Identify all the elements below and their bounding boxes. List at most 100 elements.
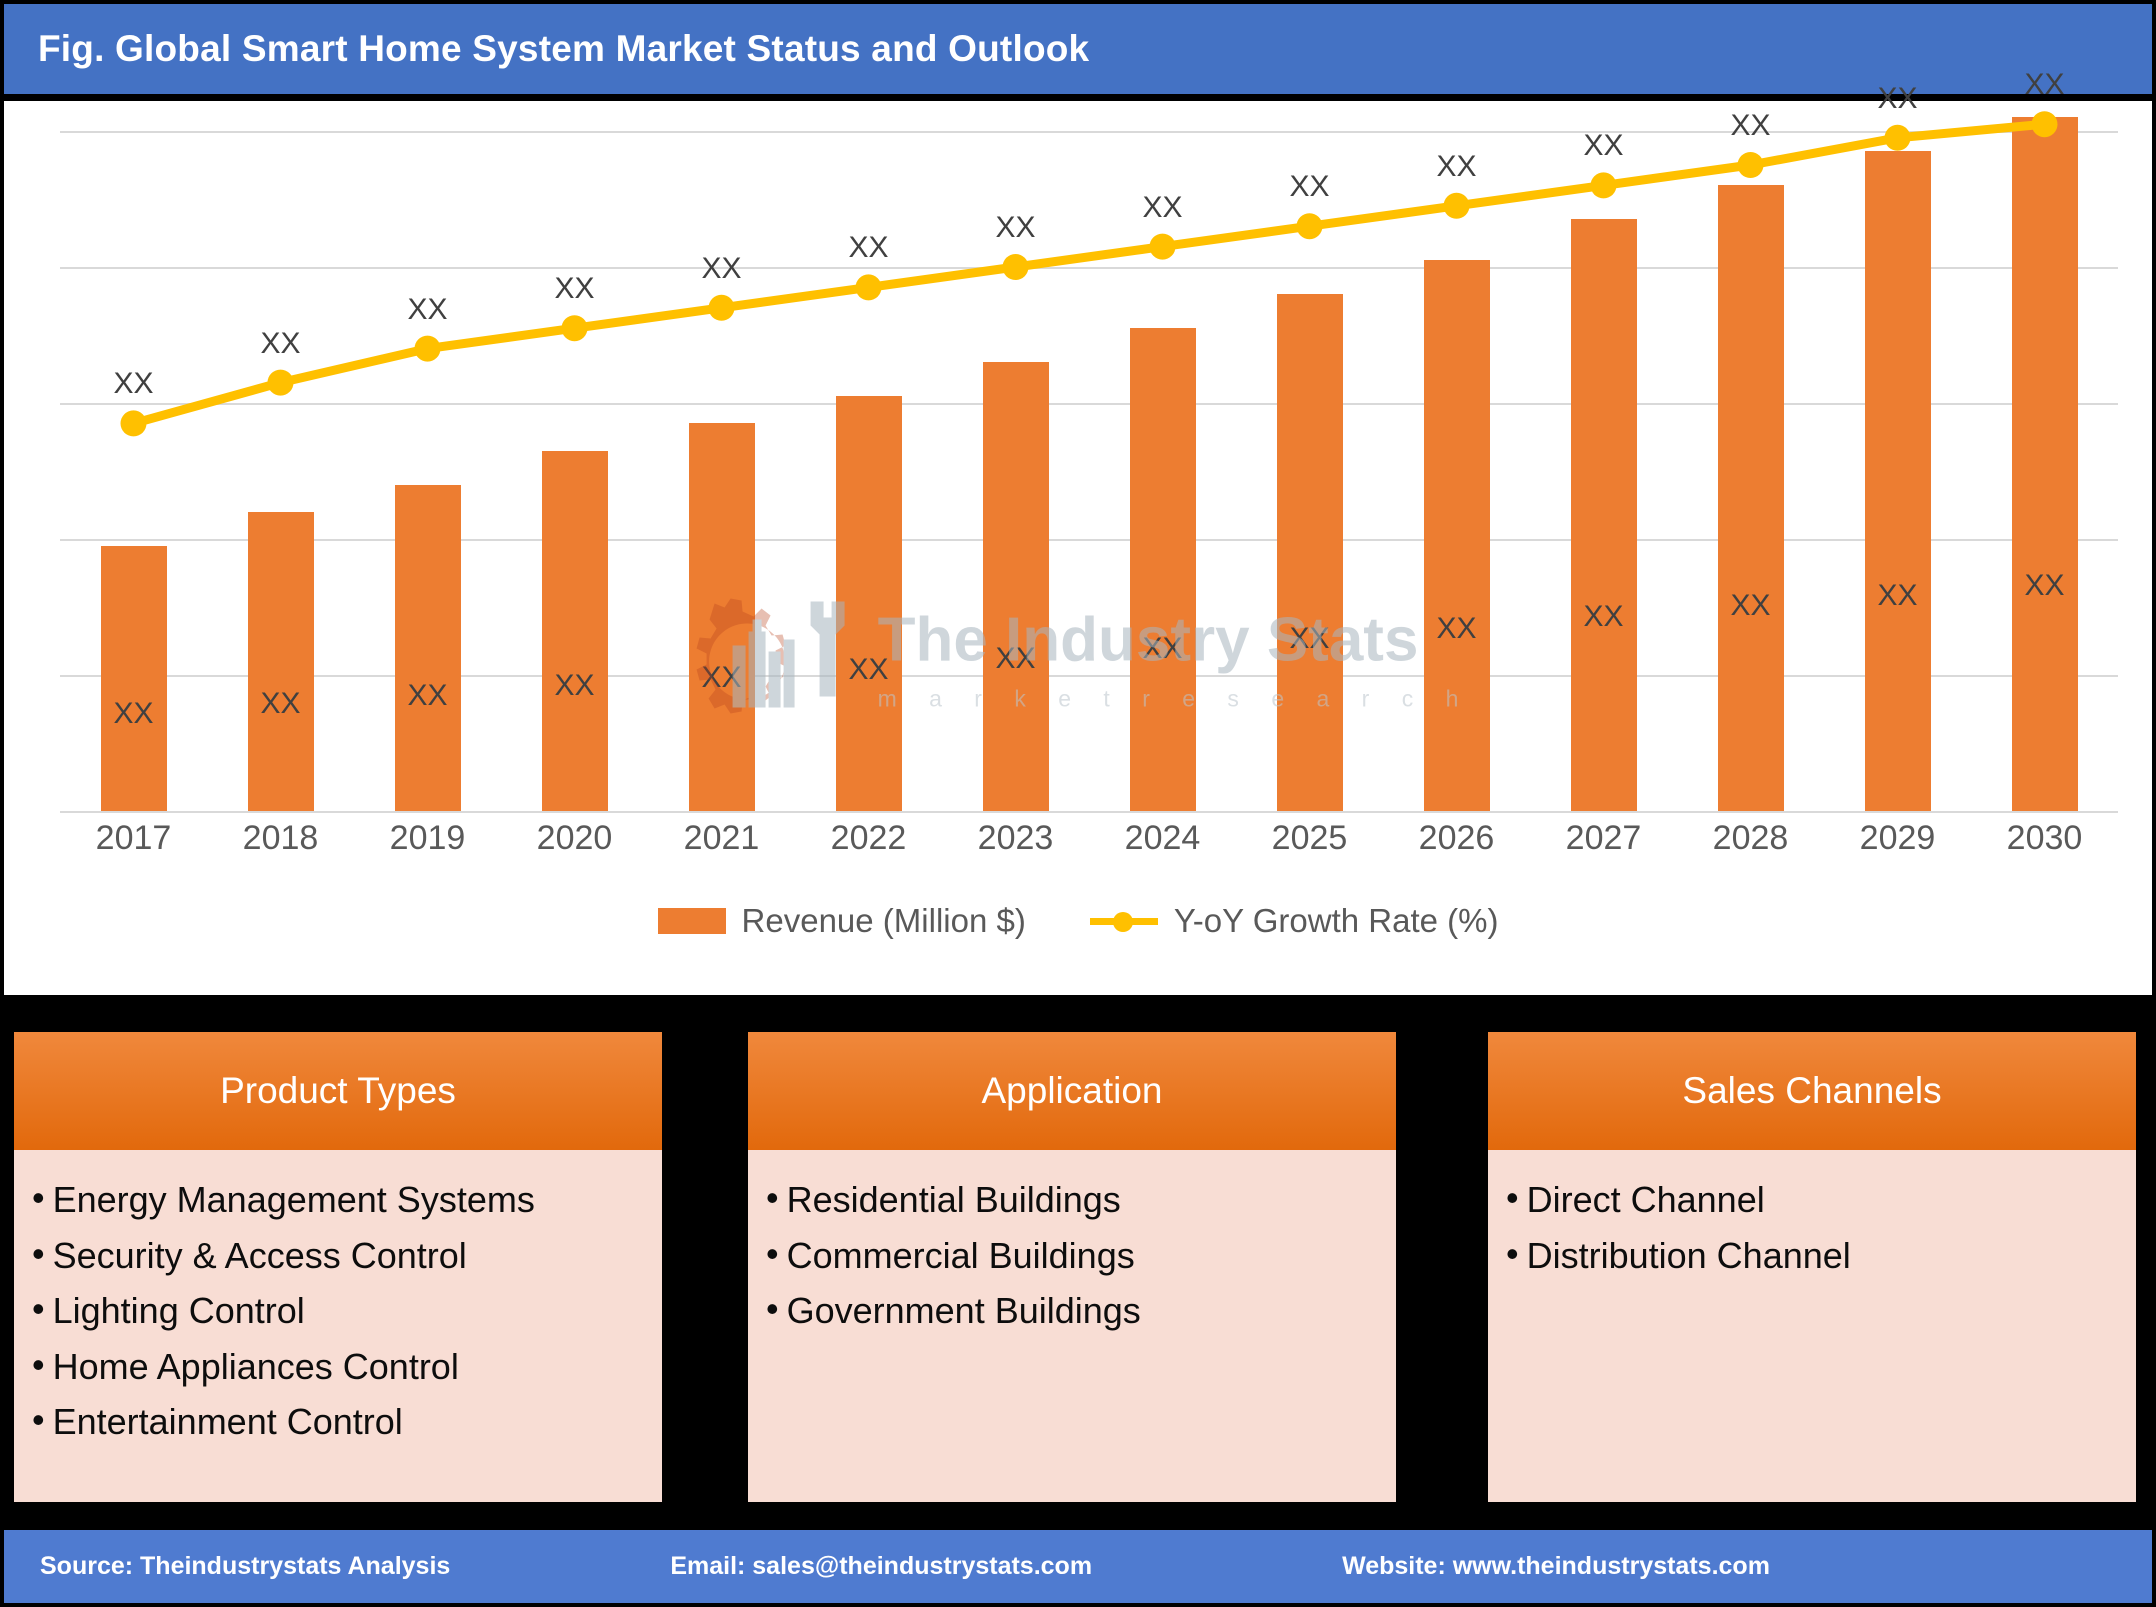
panel-list-item-label: Security & Access Control xyxy=(52,1234,467,1276)
bar-data-label: XX xyxy=(1436,611,1477,645)
line-data-label: XX xyxy=(113,367,154,401)
footer-email: Email: sales@theindustrystats.com xyxy=(670,1552,1093,1580)
bar-data-label: XX xyxy=(1142,632,1183,666)
revenue-bar[interactable] xyxy=(1129,328,1196,811)
x-axis-tick: 2026 xyxy=(1418,819,1495,857)
revenue-bar[interactable] xyxy=(100,545,167,811)
revenue-bar[interactable] xyxy=(1864,151,1931,811)
x-axis-tick: 2024 xyxy=(1124,819,1201,857)
revenue-bar[interactable] xyxy=(1570,219,1637,811)
footer-website: Website: www.theindustrystats.com xyxy=(1342,1552,1770,1580)
line-data-label: XX xyxy=(848,231,889,265)
panel-body: • Energy Management Systems • Security & Ac… xyxy=(14,1150,662,1442)
legend-line-swatch-icon xyxy=(1089,908,1158,934)
footer-source: Source: Theindustrystats Analysis xyxy=(40,1552,451,1580)
bullet-icon: • xyxy=(32,1177,45,1218)
revenue-bar[interactable] xyxy=(247,511,314,811)
panel-list-item: • Distribution Channel xyxy=(1506,1232,2136,1276)
panel-product-types: Product Types • Energy Management Systems… xyxy=(14,1032,662,1502)
panel-list-item: • Lighting Control xyxy=(32,1291,662,1331)
bar-data-label: XX xyxy=(848,652,889,686)
panel-list-item: • Commercial Buildings xyxy=(766,1232,1396,1276)
panel-list-item-label: Lighting Control xyxy=(52,1290,305,1332)
bar-data-label: XX xyxy=(2024,568,2065,602)
bar-data-label: XX xyxy=(1877,579,1918,613)
panel-list-item-label: Commercial Buildings xyxy=(786,1234,1135,1276)
chart-bars-layer: XX XX XX XX XX XX XX XX XX XX XX XX XX XX xyxy=(60,117,2118,811)
bar-data-label: XX xyxy=(407,679,448,713)
line-data-label: XX xyxy=(554,272,595,306)
revenue-bar[interactable] xyxy=(541,450,608,811)
bullet-icon: • xyxy=(766,1288,779,1330)
bar-slot: XX xyxy=(1824,131,1971,811)
figure-footer: Source: Theindustrystats Analysis Email:… xyxy=(4,1530,2152,1603)
bar-slot: XX xyxy=(1383,131,1530,811)
legend-item[interactable]: Y-oY Growth Rate (%) xyxy=(1089,902,1499,940)
revenue-bar[interactable] xyxy=(1423,260,1490,811)
line-data-label: XX xyxy=(1583,129,1624,163)
revenue-bar[interactable] xyxy=(1717,185,1784,811)
bar-slot: XX xyxy=(1530,131,1677,811)
legend-item[interactable]: Revenue (Million $) xyxy=(657,902,1026,940)
bullet-icon: • xyxy=(766,1232,779,1274)
bullet-icon: • xyxy=(32,1288,45,1330)
line-data-label: XX xyxy=(1289,170,1330,204)
bar-slot: XX xyxy=(60,131,207,811)
line-data-label: XX xyxy=(995,211,1036,244)
revenue-bar[interactable] xyxy=(1276,294,1343,811)
gridline xyxy=(60,811,2118,813)
chart-plot-area: XX XX XX XX XX XX XX XX XX XX XX XX XX XX XX XX XX XX XX X… xyxy=(60,68,2118,813)
bar-data-label: XX xyxy=(554,668,595,702)
panel-application: Application • Residential Buildings • Comme… xyxy=(748,1032,1396,1502)
legend-label: Y-oY Growth Rate (%) xyxy=(1173,902,1499,939)
page-title: Fig. Global Smart Home System Market Sta… xyxy=(38,28,1090,69)
bar-slot: XX xyxy=(207,131,354,811)
panel-list-item: • Security & Access Control xyxy=(32,1232,662,1276)
bar-slot: XX xyxy=(354,131,501,811)
panel-list-item-label: Entertainment Control xyxy=(52,1401,403,1443)
panel-list-item: • Residential Buildings xyxy=(766,1180,1396,1220)
bar-data-label: XX xyxy=(1289,621,1330,655)
bar-slot: XX xyxy=(1677,131,1824,811)
revenue-bar[interactable] xyxy=(2011,117,2078,811)
bullet-icon: • xyxy=(1506,1177,1519,1218)
bullet-icon: • xyxy=(32,1232,45,1274)
bar-data-label: XX xyxy=(1730,589,1771,623)
revenue-bar[interactable] xyxy=(688,423,755,811)
x-axis-tick: 2023 xyxy=(977,819,1054,857)
figure-header: Fig. Global Smart Home System Market Sta… xyxy=(4,4,2152,94)
line-data-label: XX xyxy=(1877,81,1918,115)
bullet-icon: • xyxy=(1506,1232,1519,1274)
x-axis-tick: 2019 xyxy=(389,819,466,857)
revenue-bar[interactable] xyxy=(982,362,1049,811)
panel-sales-channels: Sales Channels • Direct Channel • Distribut… xyxy=(1488,1032,2136,1502)
x-axis-tick: 2018 xyxy=(242,819,319,857)
panel-list-item: • Energy Management Systems xyxy=(32,1180,662,1220)
revenue-bar[interactable] xyxy=(835,396,902,811)
bar-slot: XX xyxy=(1089,131,1236,811)
revenue-bar[interactable] xyxy=(394,484,461,811)
x-axis-tick: 2022 xyxy=(830,819,907,857)
bar-data-label: XX xyxy=(260,687,301,721)
panel-list-item-label: Home Appliances Control xyxy=(52,1345,459,1387)
x-axis-tick: 2017 xyxy=(95,819,172,857)
panel-title: Sales Channels xyxy=(1682,1070,1942,1111)
panel-list-item: • Direct Channel xyxy=(1506,1180,2136,1220)
chart-legend: Revenue (Million $) Y-oY Growth Rate (%) xyxy=(4,891,2152,951)
bar-slot: XX xyxy=(501,131,648,811)
panel-list-item-label: Distribution Channel xyxy=(1526,1234,1851,1276)
x-axis-tick: 2025 xyxy=(1271,819,1348,857)
panel-list-item-label: Government Buildings xyxy=(786,1290,1141,1332)
bullet-icon: • xyxy=(32,1399,45,1441)
bar-data-label: XX xyxy=(113,697,154,731)
bar-data-label: XX xyxy=(701,660,742,694)
panel-list-item-label: Residential Buildings xyxy=(786,1179,1121,1220)
panel-header: Product Types xyxy=(14,1032,662,1150)
x-axis-tick: 2030 xyxy=(2006,819,2083,857)
line-data-label: XX xyxy=(701,251,742,285)
line-data-label: XX xyxy=(2024,68,2065,102)
bar-slot: XX xyxy=(648,131,795,811)
chart-card: XX XX XX XX XX XX XX XX XX XX XX XX XX XX XX XX XX XX XX X… xyxy=(4,68,2152,995)
legend-label: Revenue (Million $) xyxy=(741,902,1026,939)
panel-header: Application xyxy=(748,1032,1396,1150)
